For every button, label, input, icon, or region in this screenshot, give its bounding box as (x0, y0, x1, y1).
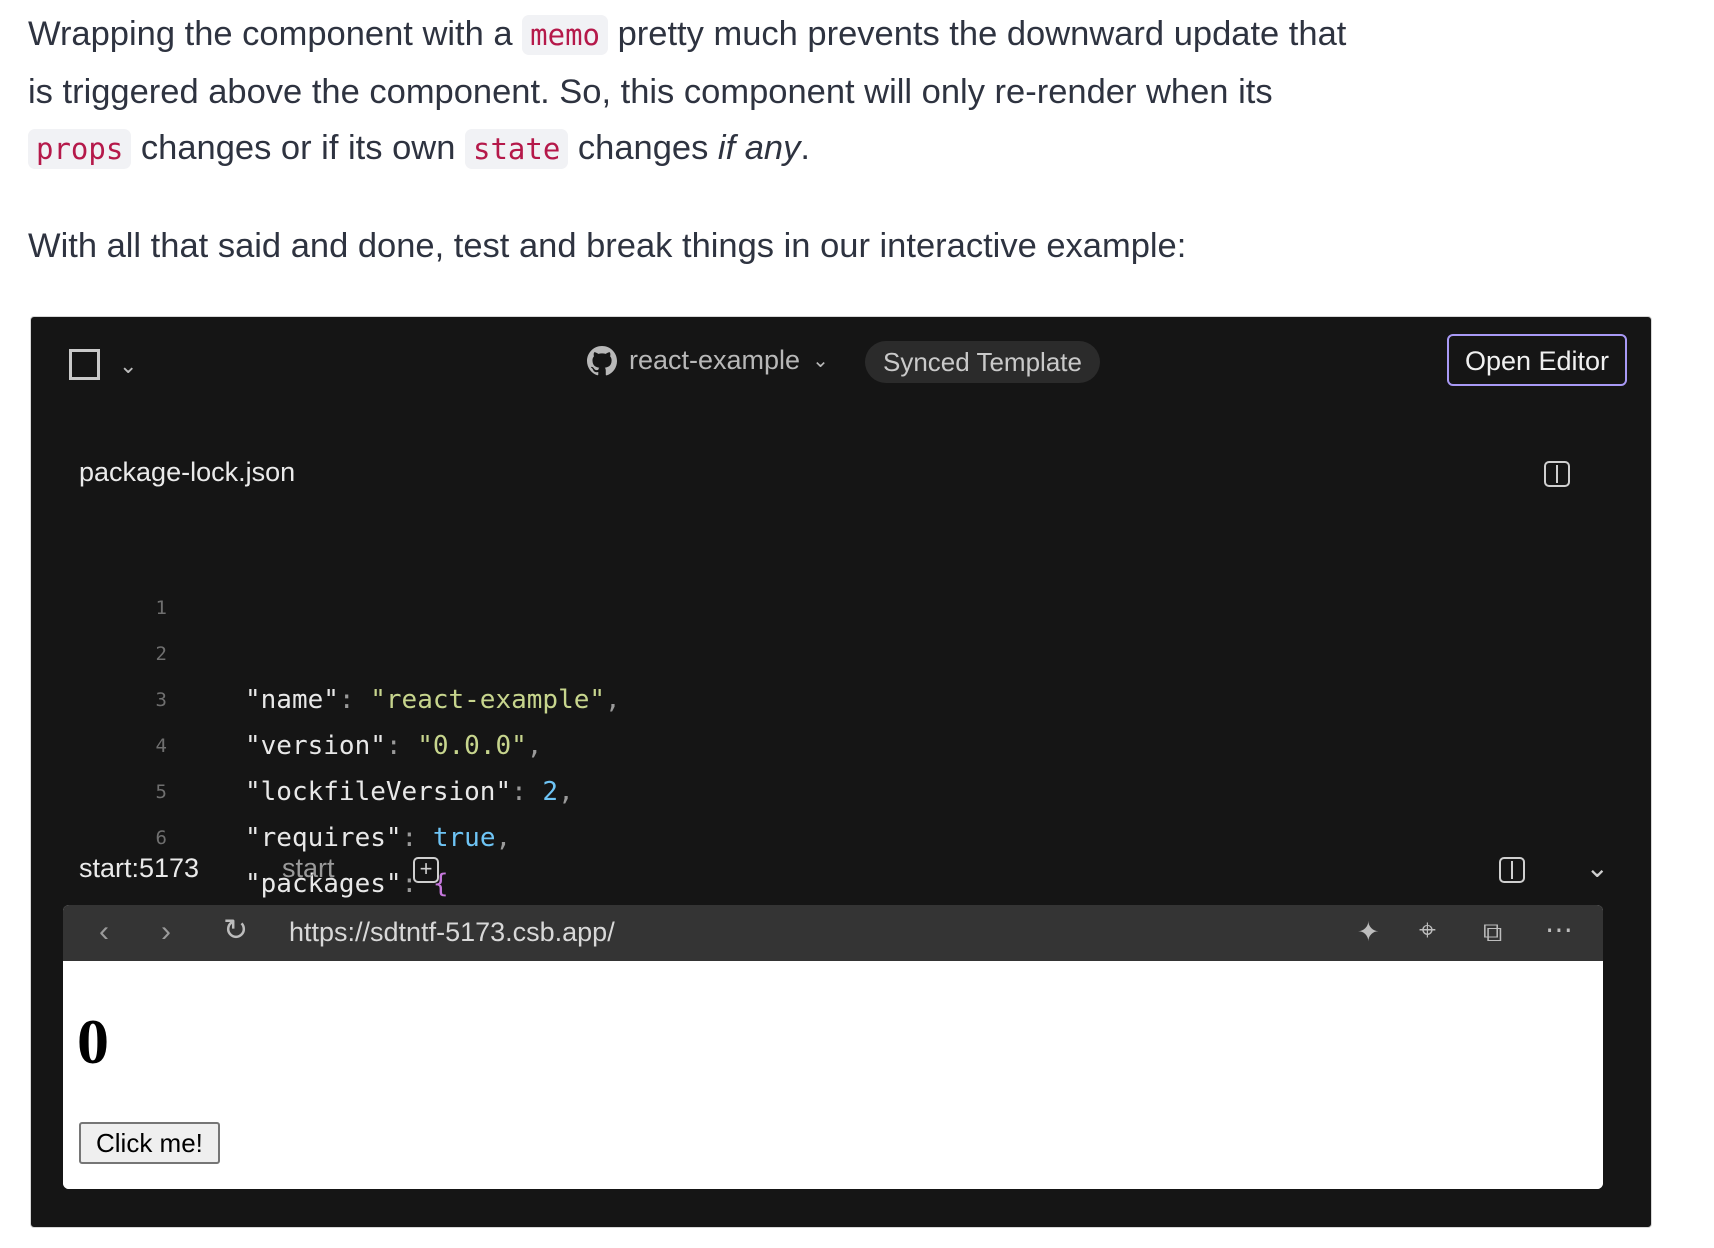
json-value: "react-example" (370, 685, 606, 715)
emphasis: if any (717, 129, 801, 167)
chevron-down-icon: ⌄ (812, 350, 829, 372)
tab-start-5173[interactable]: start:5173 (79, 853, 199, 884)
open-new-window-icon[interactable]: ⧉ (1483, 917, 1502, 949)
code-line: 4 "lockfileVersion": 2, (31, 677, 574, 807)
text: Wrapping the component with a (28, 15, 523, 53)
preview-browser: ‹ › ↻ https://sdtntf-5173.csb.app/ ✦ ⌖ ⧉… (63, 905, 1603, 1189)
crosshair-icon[interactable]: ⌖ (1419, 914, 1436, 948)
add-tab-icon[interactable]: + (413, 857, 439, 883)
github-icon (587, 345, 617, 375)
json-key: "version" (245, 731, 386, 761)
terminal-tab-bar: start:5173 start + ⌄ (31, 845, 1651, 895)
more-options-icon[interactable]: ⋯ (1545, 913, 1573, 946)
file-tab-package-lock[interactable]: package-lock.json (79, 457, 295, 488)
click-me-button[interactable]: Click me! (79, 1122, 220, 1164)
code-line: 1 (31, 539, 167, 619)
counter-value: 0 (77, 1006, 109, 1077)
browser-toolbar: ‹ › ↻ https://sdtntf-5173.csb.app/ ✦ ⌖ ⧉… (63, 905, 1603, 961)
back-icon[interactable]: ‹ (99, 915, 109, 949)
refresh-icon[interactable]: ↻ (223, 913, 248, 948)
tab-start[interactable]: start (282, 853, 335, 884)
text: . (800, 129, 810, 167)
inline-code-props: props (28, 129, 132, 169)
line-number: 5 (155, 781, 167, 803)
split-panel-icon[interactable] (1499, 857, 1525, 883)
json-comma: , (605, 685, 621, 715)
json-separator: : (385, 731, 418, 761)
paragraph-intro: With all that said and done, test and br… (28, 226, 1187, 265)
synced-template-badge: Synced Template (865, 341, 1100, 383)
json-comma: , (526, 731, 543, 761)
chevron-down-icon[interactable]: ⌄ (119, 353, 137, 379)
code-line: 5 "requires": true, (31, 723, 512, 853)
code-line: 6 "packages": { (31, 769, 449, 899)
json-value: 2 (542, 777, 559, 807)
line-number: 1 (155, 597, 167, 619)
repo-name: react-example (629, 345, 801, 375)
address-bar[interactable]: https://sdtntf-5173.csb.app/ (289, 917, 615, 948)
text: changes (568, 129, 718, 167)
json-value: "0.0.0" (417, 731, 527, 761)
json-separator: : (338, 685, 371, 715)
preview-content: 0 Click me! (63, 961, 1603, 1189)
json-key: "name" (245, 685, 339, 715)
sparkle-icon[interactable]: ✦ (1357, 917, 1380, 948)
text: changes or if its own (131, 129, 465, 167)
split-panel-icon[interactable] (1544, 461, 1570, 487)
code-line: 2 "name": "react-example", (31, 585, 621, 715)
inline-code-state: state (464, 129, 569, 169)
paragraph-memo: Wrapping the component with a memo prett… (28, 6, 1348, 178)
inline-code-memo: memo (522, 15, 608, 55)
embed-top-bar: ⌄ react-example ⌄ Synced Template Open E… (31, 317, 1651, 407)
chevron-down-icon[interactable]: ⌄ (1586, 851, 1609, 884)
json-comma: , (558, 777, 574, 807)
repo-selector[interactable]: react-example ⌄ (587, 345, 829, 376)
codesandbox-embed: ⌄ react-example ⌄ Synced Template Open E… (30, 316, 1652, 1228)
code-line: 3 "version": "0.0.0", (31, 631, 543, 761)
article-body: Wrapping the component with a memo prett… (28, 6, 1348, 274)
open-editor-button[interactable]: Open Editor (1447, 334, 1627, 386)
forward-icon[interactable]: › (161, 915, 171, 949)
json-key: "lockfileVersion" (245, 777, 512, 807)
json-separator: : (511, 777, 543, 807)
codesandbox-logo-icon[interactable] (69, 349, 100, 380)
line-number: 4 (155, 735, 167, 757)
code-editor[interactable]: 1 2 "name": "react-example", 3 "version"… (31, 539, 1651, 899)
line-number: 2 (155, 643, 167, 665)
line-number: 3 (155, 689, 167, 711)
